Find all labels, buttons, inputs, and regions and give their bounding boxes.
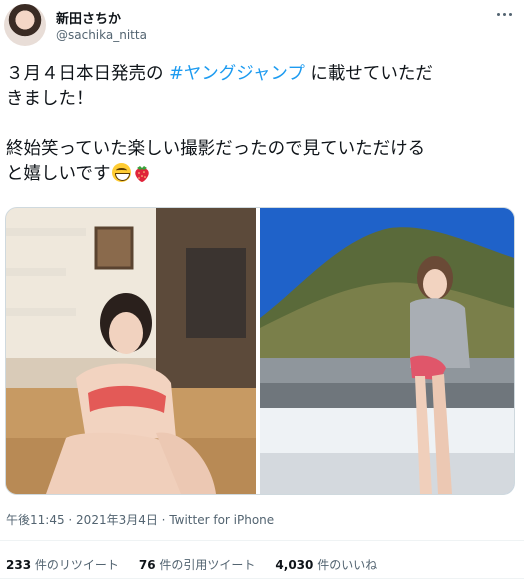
meta-separator: · [157,513,170,527]
tweet-meta: 午後11:45 · 2021年3月4日 · Twitter for iPhone [6,511,274,528]
retweets-stat[interactable]: 233 件のリツイート [6,556,119,573]
retweets-label: 件のリツイート [31,558,119,572]
strawberry-icon [134,163,150,183]
likes-stat[interactable]: 4,030 件のいいね [275,556,377,573]
likes-count: 4,030 [275,558,314,572]
quotes-label: 件の引用ツイート [155,558,256,572]
more-options-icon[interactable] [492,6,516,22]
divider [0,578,524,579]
text-segment: ３月４日本日発売の [6,64,170,84]
meta-separator: · [64,513,77,527]
photo-indoor-stairs[interactable] [6,208,256,494]
quotes-stat[interactable]: 76 件の引用ツイート [139,556,256,573]
tweet-source[interactable]: Twitter for iPhone [169,513,274,527]
tweet-text: ３月４日本日発売の #ヤングジャンプ に載せていただ きました！ 終始笑っていた… [6,62,518,187]
display-name[interactable]: 新田さちか [56,8,121,27]
likes-label: 件のいいね [313,558,378,572]
tweet-line-3: 終始笑っていた楽しい撮影だったので見ていただける [6,139,426,159]
tweet-line-2: きました！ [6,89,94,109]
tweet-header: 新田さちか @sachika_nitta [0,0,524,52]
tweet-line-1: ３月４日本日発売の #ヤングジャンプ に載せていただ [6,62,518,87]
photo-rooftop-hillside[interactable] [260,208,514,494]
grinning-squinting-face-icon [112,163,132,182]
quotes-count: 76 [138,558,156,572]
text-segment: に載せていただ [304,64,433,84]
retweets-count: 233 [6,558,32,572]
hashtag-link[interactable]: #ヤングジャンプ [169,64,305,84]
avatar[interactable] [4,4,46,46]
divider [0,540,524,541]
tweet-stats: 233 件のリツイート 76 件の引用ツイート 4,030 件のいいね [6,556,397,573]
tweet-time[interactable]: 午後11:45 [6,513,65,527]
user-handle[interactable]: @sachika_nitta [56,28,147,42]
tweet-date[interactable]: 2021年3月4日 [76,513,158,527]
tweet-line-4: と嬉しいです [6,162,518,187]
text-segment: と嬉しいです [6,164,111,184]
media-grid [5,207,515,495]
